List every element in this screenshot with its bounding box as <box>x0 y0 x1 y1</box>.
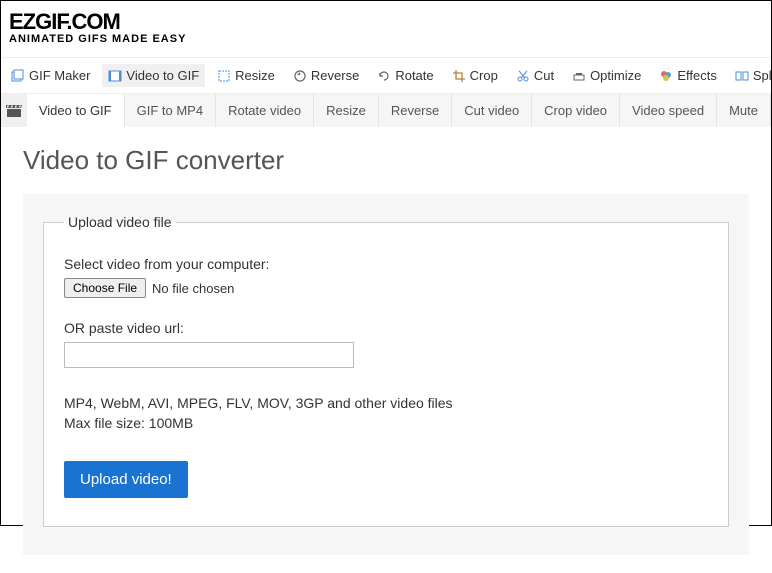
tab-label: Mute <box>729 103 758 118</box>
site-logo-text: EZGIF.COM <box>9 9 763 35</box>
split-icon <box>735 69 749 83</box>
main-content: Video to GIF converter Upload video file… <box>1 127 771 573</box>
nav-label: Reverse <box>311 68 359 83</box>
tab-label: GIF to MP4 <box>137 103 203 118</box>
tab-reverse[interactable]: Reverse <box>379 94 452 127</box>
upload-fieldset: Upload video file Select video from your… <box>43 214 729 527</box>
tab-resize[interactable]: Resize <box>314 94 379 127</box>
tab-gif-to-mp4[interactable]: GIF to MP4 <box>125 94 216 127</box>
tab-label: Video speed <box>632 103 704 118</box>
nav-resize[interactable]: Resize <box>211 64 281 87</box>
tab-label: Crop video <box>544 103 607 118</box>
tab-crop-video[interactable]: Crop video <box>532 94 620 127</box>
tab-label: Resize <box>326 103 366 118</box>
rotate-icon <box>377 69 391 83</box>
file-input-row: Choose File No file chosen <box>64 278 708 298</box>
nav-label: Cut <box>534 68 554 83</box>
image-stack-icon <box>11 69 25 83</box>
video-url-input[interactable] <box>64 342 354 368</box>
nav-label: GIF Maker <box>29 68 90 83</box>
upload-legend: Upload video file <box>64 214 176 230</box>
nav-label: Optimize <box>590 68 641 83</box>
reverse-icon <box>293 69 307 83</box>
max-filesize-text: Max file size: 100MB <box>64 414 708 434</box>
crop-icon <box>452 69 466 83</box>
nav-crop[interactable]: Crop <box>446 64 504 87</box>
effects-icon <box>659 69 673 83</box>
nav-rotate[interactable]: Rotate <box>371 64 439 87</box>
cut-icon <box>516 69 530 83</box>
choose-file-button[interactable]: Choose File <box>64 278 146 298</box>
upload-video-button[interactable]: Upload video! <box>64 461 188 498</box>
tab-label: Video to GIF <box>39 103 112 118</box>
secondary-nav: Video to GIF GIF to MP4 Rotate video Res… <box>1 94 771 127</box>
nav-label: Effects <box>677 68 717 83</box>
nav-video-to-gif[interactable]: Video to GIF <box>102 64 205 87</box>
tab-rotate-video[interactable]: Rotate video <box>216 94 314 127</box>
primary-nav: GIF Maker Video to GIF Resize Reverse Ro… <box>1 57 771 94</box>
tab-label: Reverse <box>391 103 439 118</box>
nav-optimize[interactable]: Optimize <box>566 64 647 87</box>
nav-label: Resize <box>235 68 275 83</box>
nav-label: Rotate <box>395 68 433 83</box>
nav-effects[interactable]: Effects <box>653 64 723 87</box>
nav-gif-maker[interactable]: GIF Maker <box>5 64 96 87</box>
site-logo-tagline: ANIMATED GIFS MADE EASY <box>9 33 763 45</box>
tab-video-speed[interactable]: Video speed <box>620 94 717 127</box>
tab-video-to-gif[interactable]: Video to GIF <box>27 94 125 127</box>
upload-panel: Upload video file Select video from your… <box>23 194 749 555</box>
supported-formats-text: MP4, WebM, AVI, MPEG, FLV, MOV, 3GP and … <box>64 394 708 414</box>
select-file-label: Select video from your computer: <box>64 256 708 272</box>
optimize-icon <box>572 69 586 83</box>
tab-label: Cut video <box>464 103 519 118</box>
nav-reverse[interactable]: Reverse <box>287 64 365 87</box>
page-title: Video to GIF converter <box>23 145 749 176</box>
resize-icon <box>217 69 231 83</box>
nav-label: Crop <box>470 68 498 83</box>
nav-label: Video to GIF <box>126 68 199 83</box>
tab-label: Rotate video <box>228 103 301 118</box>
nav-cut[interactable]: Cut <box>510 64 560 87</box>
nav-label: Split <box>753 68 772 83</box>
nav-split[interactable]: Split <box>729 64 772 87</box>
site-header: EZGIF.COM ANIMATED GIFS MADE EASY <box>1 1 771 49</box>
tab-cut-video[interactable]: Cut video <box>452 94 532 127</box>
tab-mute[interactable]: Mute <box>717 94 771 127</box>
file-chosen-status: No file chosen <box>152 281 234 296</box>
film-icon <box>108 69 122 83</box>
paste-url-label: OR paste video url: <box>64 320 708 336</box>
clapperboard-icon <box>1 94 27 127</box>
